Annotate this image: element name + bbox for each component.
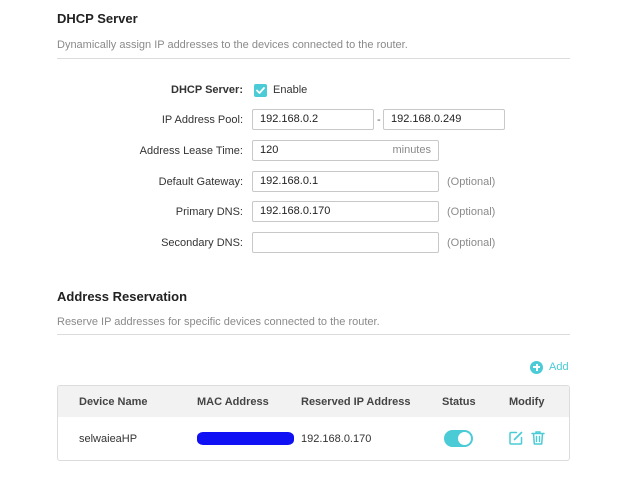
status-toggle-knob xyxy=(458,432,471,445)
secondary-dns-input[interactable] xyxy=(252,232,439,253)
default-gateway-optional: (Optional) xyxy=(447,176,496,188)
enable-label[interactable]: Enable xyxy=(273,84,307,96)
primary-dns-value: 192.168.0.170 xyxy=(260,205,331,217)
primary-dns-label: Primary DNS: xyxy=(175,206,243,218)
default-gateway-label: Default Gateway: xyxy=(158,176,243,188)
dhcp-server-label: DHCP Server: xyxy=(171,84,243,96)
reservation-divider xyxy=(57,334,570,335)
ip-pool-label: IP Address Pool: xyxy=(161,114,243,126)
redacted-mac-address xyxy=(197,432,294,445)
default-gateway-value: 192.168.0.1 xyxy=(260,175,319,187)
default-gateway-input[interactable]: 192.168.0.1 xyxy=(252,171,439,192)
column-modify: Modify xyxy=(509,396,545,408)
ip-pool-end-input[interactable]: 192.168.0.249 xyxy=(383,109,505,130)
reservation-table: Device Name MAC Address Reserved IP Addr… xyxy=(57,385,570,461)
row-device-name: selwaieaHP xyxy=(79,433,138,445)
lease-time-input[interactable]: 120 minutes xyxy=(252,140,439,161)
add-reservation-label: Add xyxy=(549,361,569,373)
table-header: Device Name MAC Address Reserved IP Addr… xyxy=(58,386,569,417)
secondary-dns-label: Secondary DNS: xyxy=(161,237,243,249)
dhcp-divider xyxy=(57,58,570,59)
ip-pool-end-value: 192.168.0.249 xyxy=(391,113,462,125)
lease-time-unit: minutes xyxy=(392,144,431,156)
ip-pool-start-value: 192.168.0.2 xyxy=(260,113,319,125)
secondary-dns-optional: (Optional) xyxy=(447,237,496,249)
lease-time-value: 120 xyxy=(260,144,279,156)
enable-checkbox[interactable] xyxy=(254,84,267,97)
column-device-name: Device Name xyxy=(79,396,148,408)
reservation-section-description: Reserve IP addresses for specific device… xyxy=(57,316,380,328)
row-reserved-ip: 192.168.0.170 xyxy=(301,433,372,445)
primary-dns-optional: (Optional) xyxy=(447,206,496,218)
lease-time-label: Address Lease Time: xyxy=(139,145,243,157)
add-reservation-button[interactable]: Add xyxy=(530,360,569,374)
primary-dns-input[interactable]: 192.168.0.170 xyxy=(252,201,439,222)
ip-pool-start-input[interactable]: 192.168.0.2 xyxy=(252,109,374,130)
dhcp-section-description: Dynamically assign IP addresses to the d… xyxy=(57,39,408,51)
status-toggle[interactable] xyxy=(444,430,473,447)
plus-circle-icon xyxy=(530,360,543,374)
trash-icon[interactable] xyxy=(530,430,546,446)
column-mac-address: MAC Address xyxy=(197,396,269,408)
dhcp-section-title: DHCP Server xyxy=(57,11,138,26)
ip-pool-dash: - xyxy=(377,114,381,126)
column-reserved-ip: Reserved IP Address xyxy=(301,396,411,408)
edit-icon[interactable] xyxy=(508,430,524,446)
column-status: Status xyxy=(442,396,476,408)
reservation-section-title: Address Reservation xyxy=(57,289,188,304)
check-icon xyxy=(256,87,265,94)
